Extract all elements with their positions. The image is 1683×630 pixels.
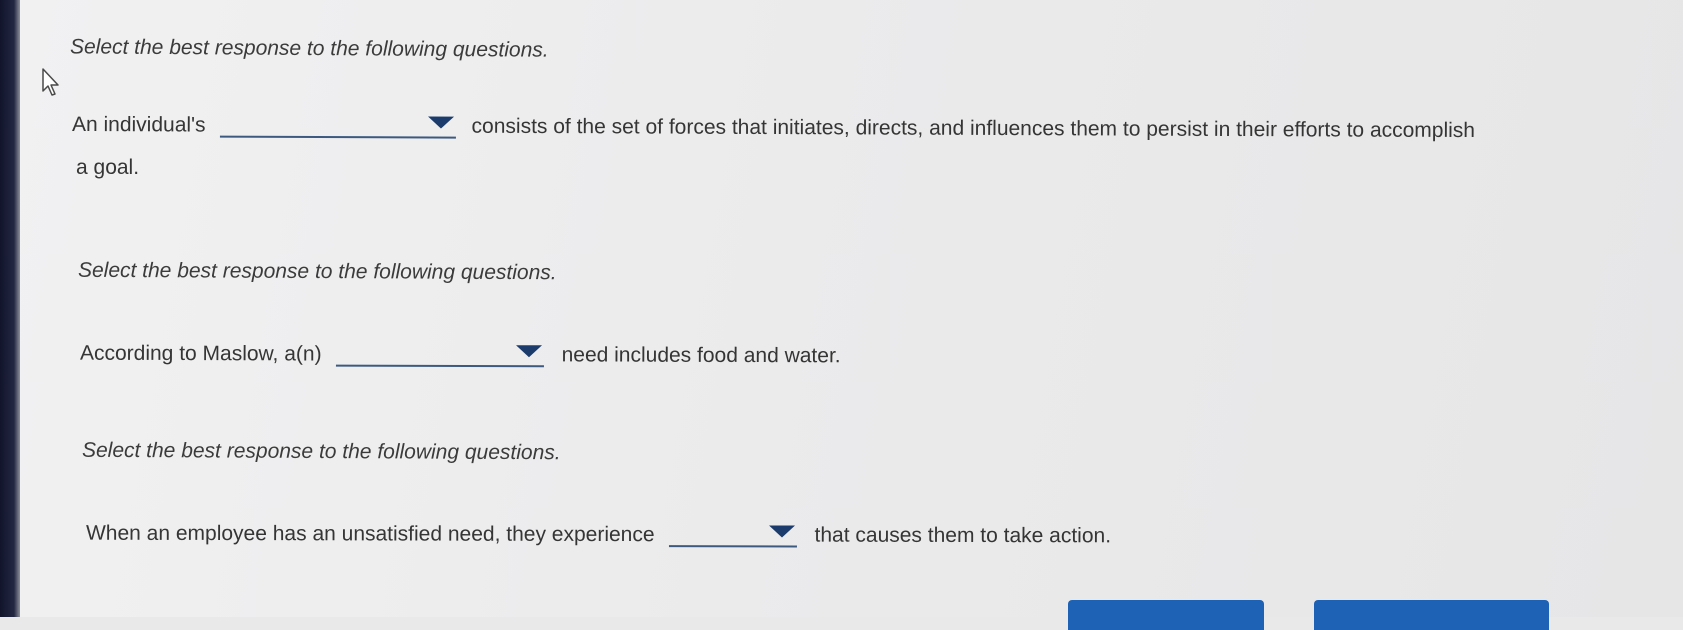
question-2-line: According to Maslow, a(n) need includes …	[80, 338, 841, 369]
question-3-text-after: that causes them to take action.	[814, 523, 1112, 548]
question-2-instruction: Select the best response to the followin…	[77, 258, 557, 285]
question-1-text-before: An individual's	[71, 112, 206, 137]
question-1-continuation: a goal.	[76, 156, 140, 179]
triangle-down-icon	[768, 525, 795, 538]
bottom-button-left[interactable]	[1068, 600, 1264, 630]
question-1-dropdown[interactable]	[219, 109, 456, 139]
question-3-dropdown[interactable]	[668, 519, 797, 548]
pointer-cursor-icon	[42, 68, 59, 96]
monitor-bezel	[0, 0, 20, 617]
question-3-line: When an employee has an unsatisfied need…	[86, 518, 1111, 549]
bottom-button-right[interactable]	[1314, 600, 1549, 630]
triangle-down-icon	[427, 116, 454, 129]
question-3-instruction: Select the best response to the followin…	[81, 438, 561, 465]
question-1-instruction: Select the best response to the followin…	[69, 35, 549, 62]
question-2-text-after: need includes food and water.	[561, 343, 841, 368]
triangle-down-icon	[515, 345, 542, 358]
question-2-text-before: According to Maslow, a(n)	[79, 341, 322, 366]
question-3-text-before: When an employee has an unsatisfied need…	[85, 521, 655, 547]
question-1-text-after: consists of the set of forces that initi…	[471, 114, 1476, 143]
question-2-dropdown[interactable]	[335, 338, 544, 368]
